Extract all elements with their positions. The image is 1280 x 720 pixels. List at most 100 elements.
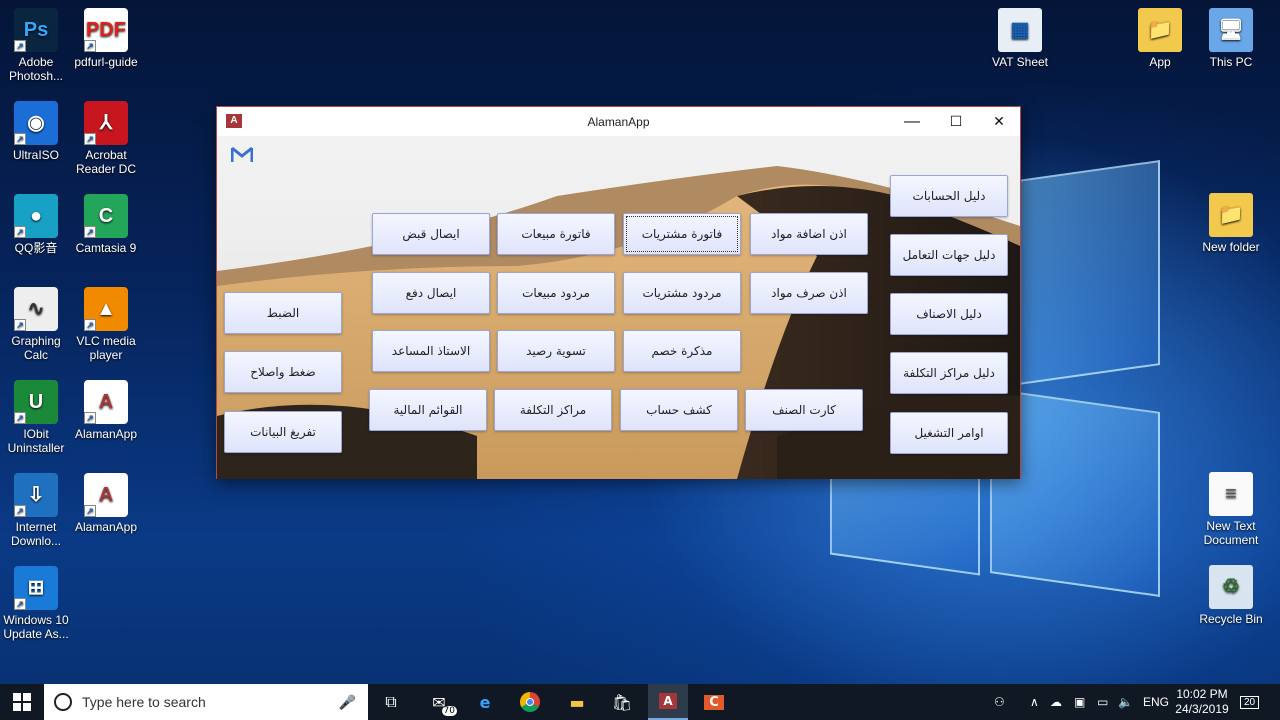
tool-button-0[interactable]: الضبط: [224, 292, 342, 334]
report-button-2[interactable]: مراكز التكلفة: [494, 389, 612, 431]
start-button[interactable]: [8, 688, 36, 716]
icon-glyph: ◉: [27, 112, 45, 134]
doc-button-r3-1[interactable]: تسوية رصيد: [497, 330, 615, 372]
cortana-icon: [54, 693, 72, 711]
language-indicator[interactable]: ENG: [1143, 684, 1169, 720]
desktop-icon-9[interactable]: A ↗ AlamanApp: [70, 380, 142, 441]
desktop-icon-right-5[interactable]: ♲ Recycle Bin: [1195, 565, 1267, 626]
access-db-locked-icon: A ↗: [84, 473, 128, 517]
doc-button-r2-0[interactable]: اذن صرف مواد: [750, 272, 868, 314]
doc-button-r2-2[interactable]: مردود مبيعات: [497, 272, 615, 314]
desktop-icon-6[interactable]: ∿ ↗ Graphing Calc: [0, 287, 72, 362]
doc-button-r3-0[interactable]: مذكرة خصم: [623, 330, 741, 372]
file-explorer-icon[interactable]: ▬: [563, 688, 591, 716]
icon-glyph: ●: [29, 205, 43, 227]
nav-button-4[interactable]: اوامر التشغيل: [890, 412, 1008, 454]
nav-button-3[interactable]: دليل مراكز التكلفة: [890, 352, 1008, 394]
nav-button-0[interactable]: دليل الحسابات: [890, 175, 1008, 217]
store-icon[interactable]: 🛍: [608, 688, 636, 716]
tool-button-2[interactable]: تفريغ البيانات: [224, 411, 342, 453]
ultraiso-icon: ◉ ↗: [14, 101, 58, 145]
desktop-icon-1[interactable]: PDF ↗ pdfurl-guide: [70, 8, 142, 69]
access-taskbar-icon[interactable]: A: [648, 684, 688, 720]
network-icon[interactable]: ▣: [1074, 684, 1085, 720]
shortcut-arrow-icon: ↗: [84, 40, 96, 52]
report-button-1[interactable]: كشف حساب: [620, 389, 738, 431]
minimize-button[interactable]: —: [890, 107, 934, 136]
nav-button-2[interactable]: دليل الاصناف: [890, 293, 1008, 335]
doc-button-r3-2[interactable]: الاستاذ المساعد: [372, 330, 490, 372]
people-icon[interactable]: ⚇: [994, 684, 1005, 720]
shortcut-arrow-icon: ↗: [84, 133, 96, 145]
desktop-icon-right-3[interactable]: 📁 New folder: [1195, 193, 1267, 254]
desktop-icon-label: Adobe Photosh...: [8, 55, 64, 83]
shortcut-arrow-icon: ↗: [84, 226, 96, 238]
report-button-3[interactable]: القوائم المالية: [369, 389, 487, 431]
desktop-icon-label: Graphing Calc: [11, 334, 61, 362]
nav-button-1[interactable]: دليل جهات التعامل: [890, 234, 1008, 276]
icon-glyph: ⊞: [27, 577, 45, 599]
doc-button-r2-3[interactable]: ايصال دفع: [372, 272, 490, 314]
desktop-icon-0[interactable]: Ps ↗ Adobe Photosh...: [0, 8, 72, 83]
title-bar[interactable]: A AlamanApp — ☐ ✕: [217, 107, 1020, 136]
search-placeholder: Type here to search: [82, 694, 206, 710]
shortcut-arrow-icon: ↗: [84, 319, 96, 331]
desktop-icon-5[interactable]: C ↗ Camtasia 9: [70, 194, 142, 255]
doc-button-r1-0[interactable]: اذن اضافة مواد: [750, 213, 868, 255]
edge-icon[interactable]: e: [471, 688, 499, 716]
desktop-icon-right-2[interactable]: 🖥 This PC: [1195, 8, 1267, 69]
icon-glyph: Ps: [23, 19, 49, 41]
desktop-icon-label: AlamanApp: [74, 520, 138, 534]
this-pc-icon: 🖥: [1209, 8, 1253, 52]
text-document-icon: ≡: [1209, 472, 1253, 516]
mail-icon[interactable]: ✉ 70: [425, 688, 457, 716]
desktop-icon-8[interactable]: U ↗ IObit Uninstaller: [0, 380, 72, 455]
onedrive-icon[interactable]: ☁: [1050, 684, 1062, 720]
doc-button-r1-3[interactable]: ايصال قبض: [372, 213, 490, 255]
search-box[interactable]: Type here to search 🎤: [44, 684, 368, 720]
doc-button-r2-1[interactable]: مردود مشتريات: [623, 272, 741, 314]
desktop-icon-label: IObit Uninstaller: [7, 427, 65, 455]
main-form: دليل الحسابات دليل جهات التعامل دليل الاصن…: [217, 136, 1020, 479]
camtasia-taskbar-icon[interactable]: C: [700, 688, 728, 716]
microphone-icon[interactable]: 🎤: [339, 694, 356, 711]
clock[interactable]: 10:02 PM 24/3/2019: [1172, 684, 1232, 720]
desktop-icon-2[interactable]: ◉ ↗ UltraISO: [0, 101, 72, 162]
chrome-icon[interactable]: [516, 688, 544, 716]
acrobat-icon: ⅄ ↗: [84, 101, 128, 145]
doc-button-r1-1[interactable]: فاتورة مشتريات: [623, 213, 741, 255]
close-button[interactable]: ✕: [977, 107, 1021, 136]
icon-glyph: A: [98, 484, 114, 506]
icon-glyph: 📁: [1218, 204, 1244, 226]
desktop-icon-7[interactable]: ▲ ↗ VLC media player: [70, 287, 142, 362]
doc-button-r1-2[interactable]: فاتورة مبيعات: [497, 213, 615, 255]
icon-glyph: ▦: [1010, 19, 1030, 41]
gmail-icon[interactable]: [230, 146, 254, 162]
desktop-icon-right-4[interactable]: ≡ New Text Document: [1195, 472, 1267, 547]
new-folder-icon: 📁: [1209, 193, 1253, 237]
desktop-icon-right-0[interactable]: ▦ VAT Sheet: [984, 8, 1056, 69]
maximize-button[interactable]: ☐: [934, 107, 978, 136]
taskbar: Type here to search 🎤 ⧉ ✉ 70 e ▬ 🛍 A C ⚇…: [0, 684, 1280, 720]
task-view-icon[interactable]: ⧉: [377, 688, 405, 716]
action-center-icon[interactable]: 20: [1240, 684, 1260, 720]
icon-glyph: ≡: [1225, 483, 1237, 505]
shortcut-arrow-icon: ↗: [14, 226, 26, 238]
volume-icon[interactable]: 🔈: [1118, 684, 1133, 720]
tool-button-1[interactable]: ضغط واصلاح: [224, 351, 342, 393]
graphing-calc-icon: ∿ ↗: [14, 287, 58, 331]
report-button-0[interactable]: كارت الصنف: [745, 389, 863, 431]
desktop-icon-3[interactable]: ⅄ ↗ Acrobat Reader DC: [70, 101, 142, 176]
desktop-icon-12[interactable]: ⊞ ↗ Windows 10 Update As...: [0, 566, 72, 641]
icon-glyph: ▲: [96, 298, 116, 320]
icon-glyph: U: [28, 391, 44, 413]
desktop-icon-11[interactable]: A ↗ AlamanApp: [70, 473, 142, 534]
vlc-icon: ▲ ↗: [84, 287, 128, 331]
show-hidden-icons-icon[interactable]: ∧: [1030, 684, 1039, 720]
desktop-icon-10[interactable]: ⇩ ↗ Internet Downlo...: [0, 473, 72, 548]
desktop-icon-right-1[interactable]: 📁 App: [1124, 8, 1196, 69]
mail-badge: 70: [441, 706, 457, 716]
desktop-icon-4[interactable]: ● ↗ QQ影音: [0, 194, 72, 255]
shortcut-arrow-icon: ↗: [14, 40, 26, 52]
wifi-icon[interactable]: ▭: [1097, 684, 1108, 720]
